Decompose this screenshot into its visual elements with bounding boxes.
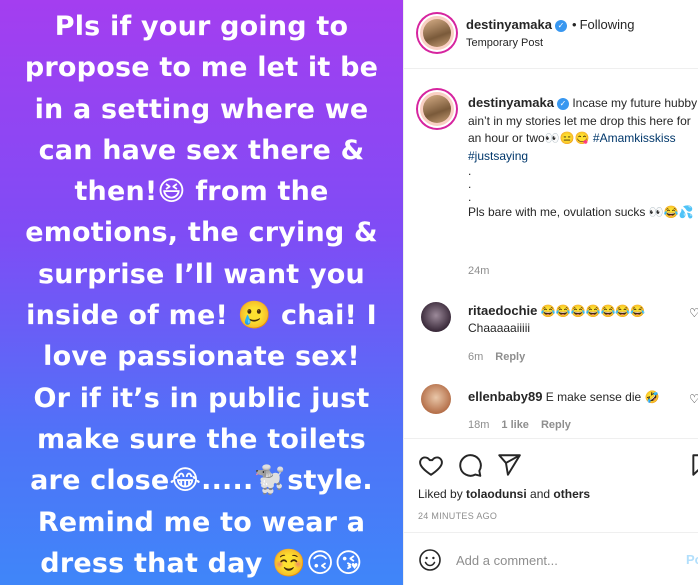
story-line: can have sex there & bbox=[38, 134, 365, 166]
separator-dot: • bbox=[572, 17, 577, 32]
comment-likes[interactable]: 1 like bbox=[501, 419, 529, 431]
verified-badge-icon: ✓ bbox=[557, 97, 569, 110]
comment-meta: 6m Reply bbox=[468, 351, 525, 363]
verified-badge-icon: ✓ bbox=[555, 19, 567, 32]
story-line: Remind me to wear a bbox=[37, 506, 366, 538]
comment-meta: 18m 1 like Reply bbox=[468, 419, 571, 431]
story-text: Pls if your going to propose to me let i… bbox=[0, 6, 403, 584]
story-line: make sure the toilets bbox=[37, 423, 366, 455]
caption-avatar[interactable] bbox=[418, 90, 456, 128]
add-comment-bar: Post bbox=[404, 532, 698, 585]
liked-by-others[interactable]: others bbox=[553, 487, 590, 501]
comment-username[interactable]: ritaedochie bbox=[468, 303, 537, 318]
story-line: surprise I’ll want you bbox=[38, 258, 365, 290]
share-icon[interactable] bbox=[496, 452, 522, 478]
post-actions: Liked by tolaodunsi and others 24 MINUTE… bbox=[404, 438, 698, 530]
comment-username[interactable]: ellenbaby89 bbox=[468, 389, 542, 404]
heart-icon[interactable] bbox=[418, 452, 444, 478]
story-line: love passionate sex! bbox=[43, 341, 360, 373]
comment-line: ellenbaby89 E make sense die 🤣 bbox=[468, 388, 659, 406]
story-image: Pls if your going to propose to me let i… bbox=[0, 0, 403, 585]
header-user-line: destinyamaka ✓ • Following bbox=[466, 17, 634, 32]
story-line: dress that day ☺️🙃😘 bbox=[40, 547, 363, 579]
story-line: Pls if your going to bbox=[54, 11, 349, 42]
comment-input[interactable] bbox=[456, 549, 666, 571]
post-button[interactable]: Post bbox=[686, 552, 698, 567]
comment-time: 18m bbox=[468, 419, 490, 431]
post-header: destinyamaka ✓ • Following Temporary Post bbox=[404, 0, 698, 69]
emoji-icon[interactable] bbox=[418, 548, 442, 572]
liked-by: Liked by tolaodunsi and others bbox=[418, 487, 590, 501]
comment-text: E make sense die 🤣 bbox=[545, 390, 660, 404]
caption-time: 24m bbox=[468, 265, 490, 277]
story-line: propose to me let it be bbox=[24, 52, 379, 84]
comment-icon[interactable] bbox=[457, 452, 483, 478]
header-subtitle: Temporary Post bbox=[466, 37, 544, 49]
caption-text-2: Pls bare with me, ovulation sucks 👀😂💦 bbox=[468, 205, 694, 219]
avatar[interactable] bbox=[421, 302, 451, 332]
caption-dot: . bbox=[468, 164, 472, 178]
comment-time: 6m bbox=[468, 351, 484, 363]
caption-dot: . bbox=[468, 190, 472, 204]
comments-list[interactable]: destinyamaka ✓ Incase my future hubby ain… bbox=[404, 70, 698, 437]
reply-button[interactable]: Reply bbox=[495, 351, 525, 363]
bookmark-icon[interactable] bbox=[689, 452, 698, 478]
avatar[interactable] bbox=[421, 384, 451, 414]
caption: destinyamaka ✓ Incase my future hubby ain… bbox=[468, 94, 698, 222]
comment-text: 😂😂😂😂😂😂😂 bbox=[540, 304, 646, 318]
reply-button[interactable]: Reply bbox=[541, 419, 571, 431]
liked-by-mid: and bbox=[526, 487, 554, 501]
avatar[interactable] bbox=[418, 14, 456, 52]
post-side-panel: destinyamaka ✓ • Following Temporary Post d… bbox=[403, 0, 698, 585]
liked-by-prefix: Liked by bbox=[418, 487, 467, 501]
comment-text: Chaaaaaiiiii bbox=[468, 321, 531, 335]
heart-small-icon[interactable]: ♡ bbox=[689, 392, 698, 406]
story-line: inside of me! 🥲 chai! I bbox=[26, 300, 377, 332]
header-username[interactable]: destinyamaka bbox=[466, 17, 552, 32]
story-line: in a setting where we bbox=[34, 93, 369, 125]
caption-dot: . bbox=[468, 177, 472, 191]
story-line: are close😂.....🐩style. bbox=[30, 465, 373, 497]
post-time[interactable]: 24 MINUTES AGO bbox=[418, 511, 497, 521]
following-button[interactable]: Following bbox=[580, 17, 635, 32]
story-line: then!😆 from the bbox=[74, 176, 329, 208]
liked-by-user[interactable]: tolaodunsi bbox=[466, 487, 527, 501]
caption-username[interactable]: destinyamaka bbox=[468, 95, 554, 110]
comment-line: ritaedochie 😂😂😂😂😂😂😂 bbox=[468, 302, 645, 320]
story-line: Or if it’s in public just bbox=[33, 382, 370, 414]
story-line: emotions, the crying & bbox=[25, 217, 378, 249]
heart-small-icon[interactable]: ♡ bbox=[689, 306, 698, 320]
